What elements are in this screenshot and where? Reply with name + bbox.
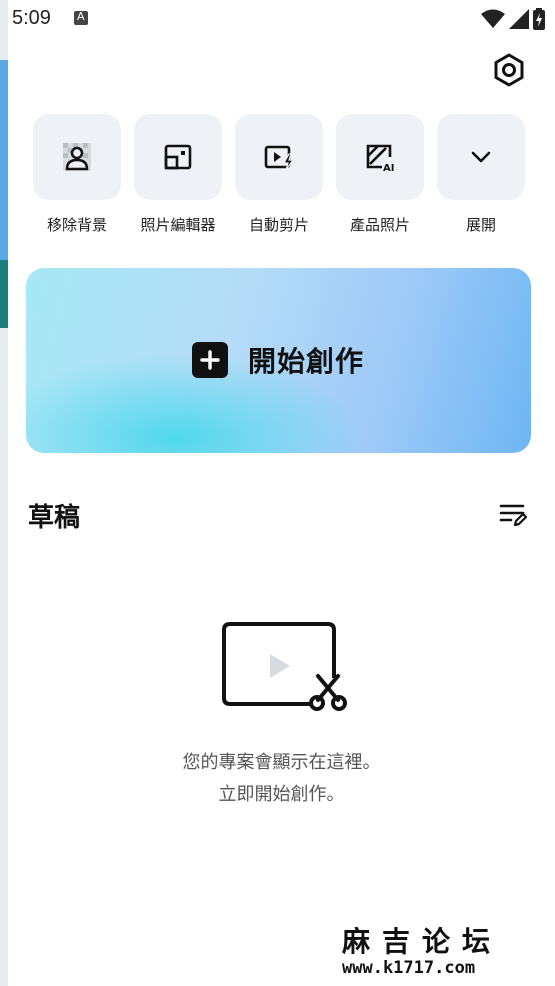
- product-photo-ai-icon: AI: [366, 144, 394, 172]
- battery-icon: [533, 8, 545, 30]
- plus-icon: [192, 342, 228, 378]
- background-app-edge: [0, 0, 8, 986]
- remove-background-icon: [63, 143, 91, 171]
- svg-text:AI: AI: [383, 163, 394, 172]
- watermark-url: www.k1717.com: [342, 958, 476, 978]
- background-app-strip: [0, 60, 8, 260]
- chevron-down-icon: [471, 151, 491, 163]
- action-tile[interactable]: [235, 114, 323, 200]
- quick-actions: 移除背景 照片編輯器 自動剪片 AI 產品照片 展開: [33, 114, 533, 244]
- drafts-edit-button[interactable]: [499, 502, 528, 528]
- background-app-strip-teal: [0, 260, 8, 328]
- watermark-title: 麻吉论坛: [342, 925, 503, 958]
- action-tile[interactable]: [33, 114, 121, 200]
- action-remove-background[interactable]: 移除背景: [33, 114, 121, 235]
- action-expand[interactable]: 展開: [437, 114, 525, 235]
- status-icons: [481, 8, 545, 30]
- home-sheet: 5:09 移除背景: [8, 0, 555, 986]
- action-label: 照片編輯器: [140, 216, 216, 234]
- action-label: 自動剪片: [248, 216, 309, 234]
- action-label: 展開: [465, 216, 496, 234]
- start-creating-card[interactable]: 開始創作: [26, 268, 531, 453]
- start-creating-content: 開始創作: [192, 340, 364, 380]
- empty-drafts-icon: [222, 622, 347, 711]
- settings-button[interactable]: [491, 52, 527, 88]
- photo-editor-icon: [164, 144, 192, 170]
- action-label: 產品照片: [349, 216, 410, 234]
- action-tile[interactable]: [437, 114, 525, 200]
- auto-cut-icon: [264, 145, 295, 171]
- status-time: 5:09: [12, 7, 51, 29]
- action-label: 移除背景: [46, 216, 107, 234]
- status-bar: 5:09: [8, 0, 555, 38]
- action-photo-editor[interactable]: 照片編輯器: [134, 114, 222, 235]
- wifi-icon: [481, 9, 505, 28]
- action-auto-cut[interactable]: 自動剪片: [235, 114, 323, 235]
- empty-drafts-hint: 立即開始創作。: [218, 784, 345, 805]
- list-edit-icon: [499, 504, 528, 527]
- empty-drafts-message: 您的專案會顯示在這裡。: [182, 752, 381, 773]
- start-creating-label: 開始創作: [248, 345, 365, 378]
- action-tile[interactable]: [134, 114, 222, 200]
- action-tile[interactable]: AI: [336, 114, 424, 200]
- drafts-title: 草稿: [28, 503, 81, 533]
- notification-app-icon: [74, 10, 88, 25]
- action-product-photo[interactable]: AI 產品照片: [336, 114, 424, 235]
- gear-icon: [494, 53, 524, 87]
- signal-icon: [509, 9, 529, 29]
